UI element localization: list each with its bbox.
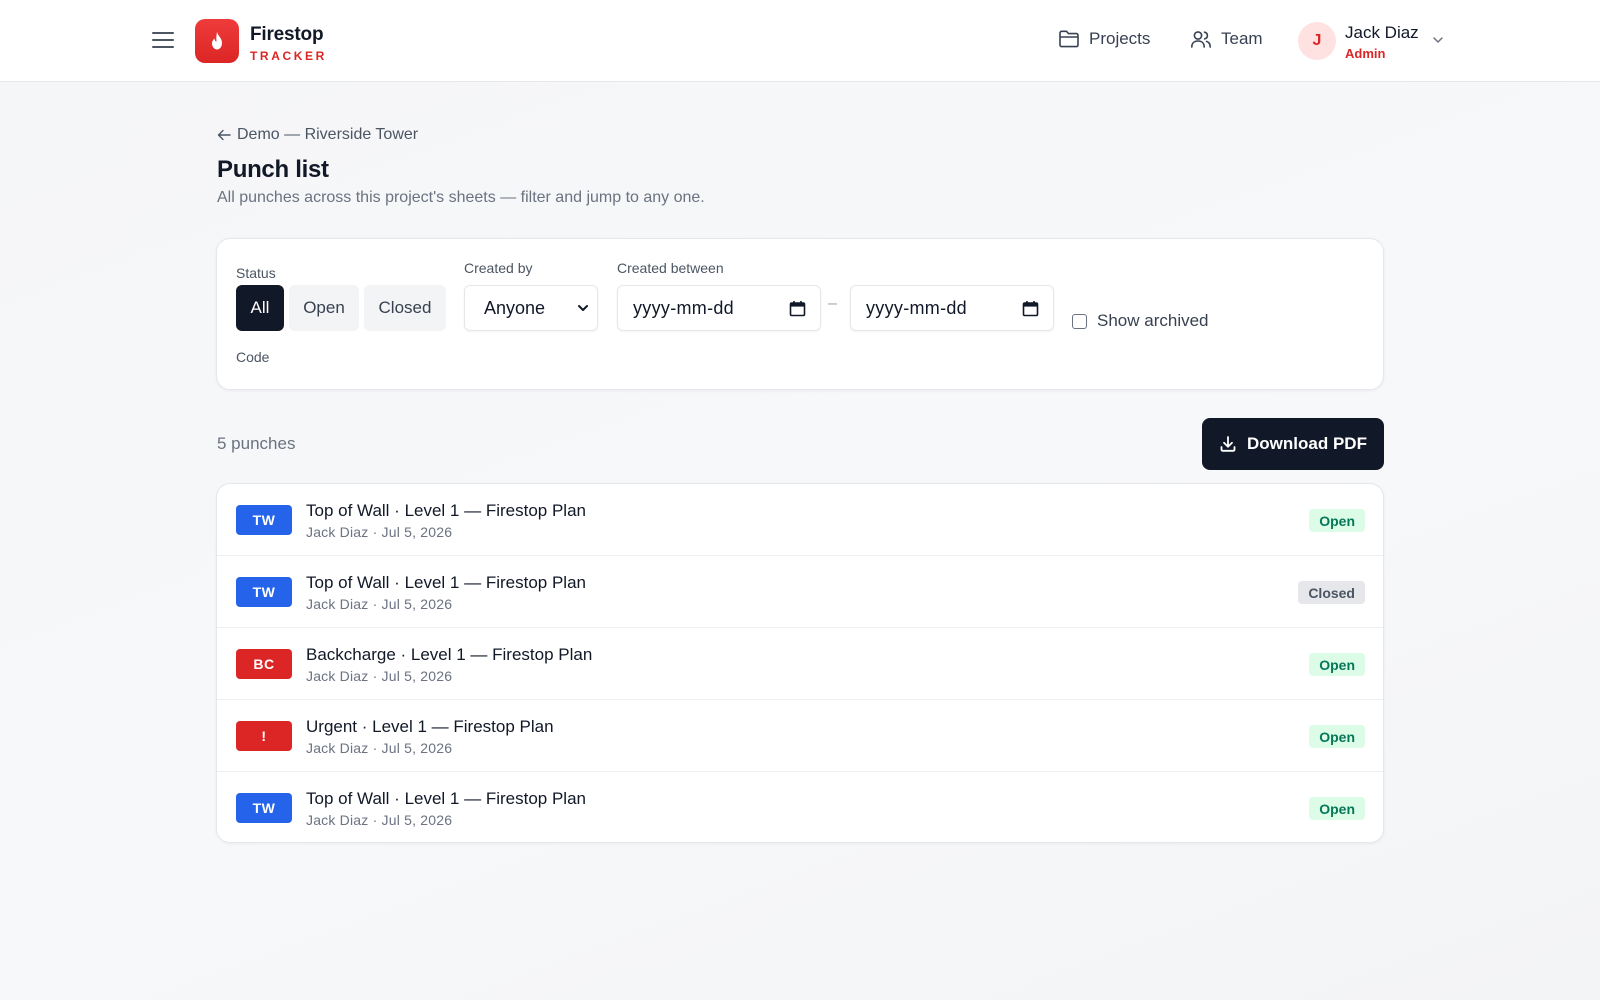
- breadcrumb-label: Demo — Riverside Tower: [237, 126, 419, 143]
- table-row[interactable]: TW Top of Wall · Level 1 — Firestop Plan…: [217, 556, 1383, 628]
- status-badge: Open: [1309, 725, 1365, 748]
- date-from-placeholder: yyyy-mm-dd: [633, 297, 734, 318]
- status-badge: Open: [1309, 653, 1365, 676]
- nav-team[interactable]: Team: [1190, 29, 1263, 49]
- created-by-label: Created by: [464, 260, 533, 276]
- avatar[interactable]: J: [1298, 22, 1336, 60]
- brand-name: Firestop: [250, 24, 324, 45]
- punch-count: 5 punches: [217, 434, 296, 453]
- download-pdf-label: Download PDF: [1247, 434, 1367, 453]
- table-row[interactable]: TW Top of Wall · Level 1 — Firestop Plan…: [217, 772, 1383, 842]
- menu-icon[interactable]: [152, 30, 176, 50]
- punch-list: TW Top of Wall · Level 1 — Firestop Plan…: [216, 483, 1384, 843]
- date-from-input[interactable]: yyyy-mm-dd: [617, 285, 821, 331]
- download-icon: [1220, 436, 1236, 452]
- status-filter-label: Status: [236, 265, 276, 281]
- download-pdf-button[interactable]: Download PDF: [1202, 418, 1384, 470]
- date-to-input[interactable]: yyyy-mm-dd: [850, 285, 1054, 331]
- filter-panel: Status All Open Closed Created by Anyone…: [216, 238, 1384, 390]
- calendar-icon[interactable]: [789, 300, 806, 317]
- user-name[interactable]: Jack Diaz: [1345, 23, 1419, 43]
- punch-title: Top of Wall · Level 1 — Firestop Plan: [306, 501, 586, 520]
- top-navbar: Firestop TRACKER Projects Team J Jack Di…: [0, 0, 1600, 82]
- punch-meta: Jack Diaz · Jul 5, 2026: [306, 812, 453, 828]
- status-filter-open[interactable]: Open: [289, 285, 359, 331]
- punch-code-badge: BC: [236, 649, 292, 679]
- nav-projects-label: Projects: [1089, 29, 1151, 48]
- punch-code-badge: !: [236, 721, 292, 751]
- created-by-value: Anyone: [484, 297, 546, 318]
- folder-icon: [1059, 30, 1079, 48]
- created-between-label: Created between: [617, 260, 724, 276]
- calendar-icon[interactable]: [1022, 300, 1039, 317]
- date-to-placeholder: yyyy-mm-dd: [866, 297, 967, 318]
- punch-meta: Jack Diaz · Jul 5, 2026: [306, 524, 453, 540]
- punch-title: Backcharge · Level 1 — Firestop Plan: [306, 645, 593, 664]
- created-by-select[interactable]: Anyone: [464, 285, 598, 331]
- nav-team-label: Team: [1221, 29, 1263, 48]
- punch-title: Top of Wall · Level 1 — Firestop Plan: [306, 789, 586, 808]
- brand-subtitle: TRACKER: [250, 49, 327, 63]
- punch-code-badge: TW: [236, 793, 292, 823]
- page-title: Punch list: [217, 156, 329, 183]
- punch-meta: Jack Diaz · Jul 5, 2026: [306, 740, 453, 756]
- page-subtitle: All punches across this project's sheets…: [217, 189, 705, 206]
- status-filter-closed[interactable]: Closed: [364, 285, 446, 331]
- punch-code-badge: TW: [236, 505, 292, 535]
- show-archived-label: Show archived: [1097, 311, 1209, 330]
- punch-code-badge: TW: [236, 577, 292, 607]
- breadcrumb[interactable]: Demo — Riverside Tower: [217, 126, 418, 144]
- status-badge: Open: [1309, 797, 1365, 820]
- code-filter-label: Code: [236, 349, 270, 365]
- table-row[interactable]: BC Backcharge · Level 1 — Firestop Plan …: [217, 628, 1383, 700]
- chevron-down-icon[interactable]: [1432, 34, 1444, 46]
- punch-title: Top of Wall · Level 1 — Firestop Plan: [306, 573, 586, 592]
- date-range-separator: –: [828, 295, 837, 312]
- status-badge: Closed: [1298, 581, 1365, 604]
- nav-projects[interactable]: Projects: [1058, 29, 1150, 49]
- punch-meta: Jack Diaz · Jul 5, 2026: [306, 668, 453, 684]
- status-filter-all[interactable]: All: [236, 285, 284, 331]
- punch-meta: Jack Diaz · Jul 5, 2026: [306, 596, 453, 612]
- table-row[interactable]: ! Urgent · Level 1 — Firestop Plan Jack …: [217, 700, 1383, 772]
- show-archived-checkbox[interactable]: [1072, 313, 1087, 329]
- flame-icon[interactable]: [195, 19, 239, 63]
- arrow-left-icon: [217, 129, 231, 141]
- user-role: Admin: [1345, 46, 1386, 61]
- table-row[interactable]: TW Top of Wall · Level 1 — Firestop Plan…: [217, 484, 1383, 556]
- status-badge: Open: [1309, 509, 1365, 532]
- users-icon: [1191, 31, 1211, 48]
- punch-title: Urgent · Level 1 — Firestop Plan: [306, 717, 554, 736]
- chevron-down-icon: [578, 305, 588, 311]
- show-archived-toggle[interactable]: Show archived: [1072, 311, 1209, 331]
